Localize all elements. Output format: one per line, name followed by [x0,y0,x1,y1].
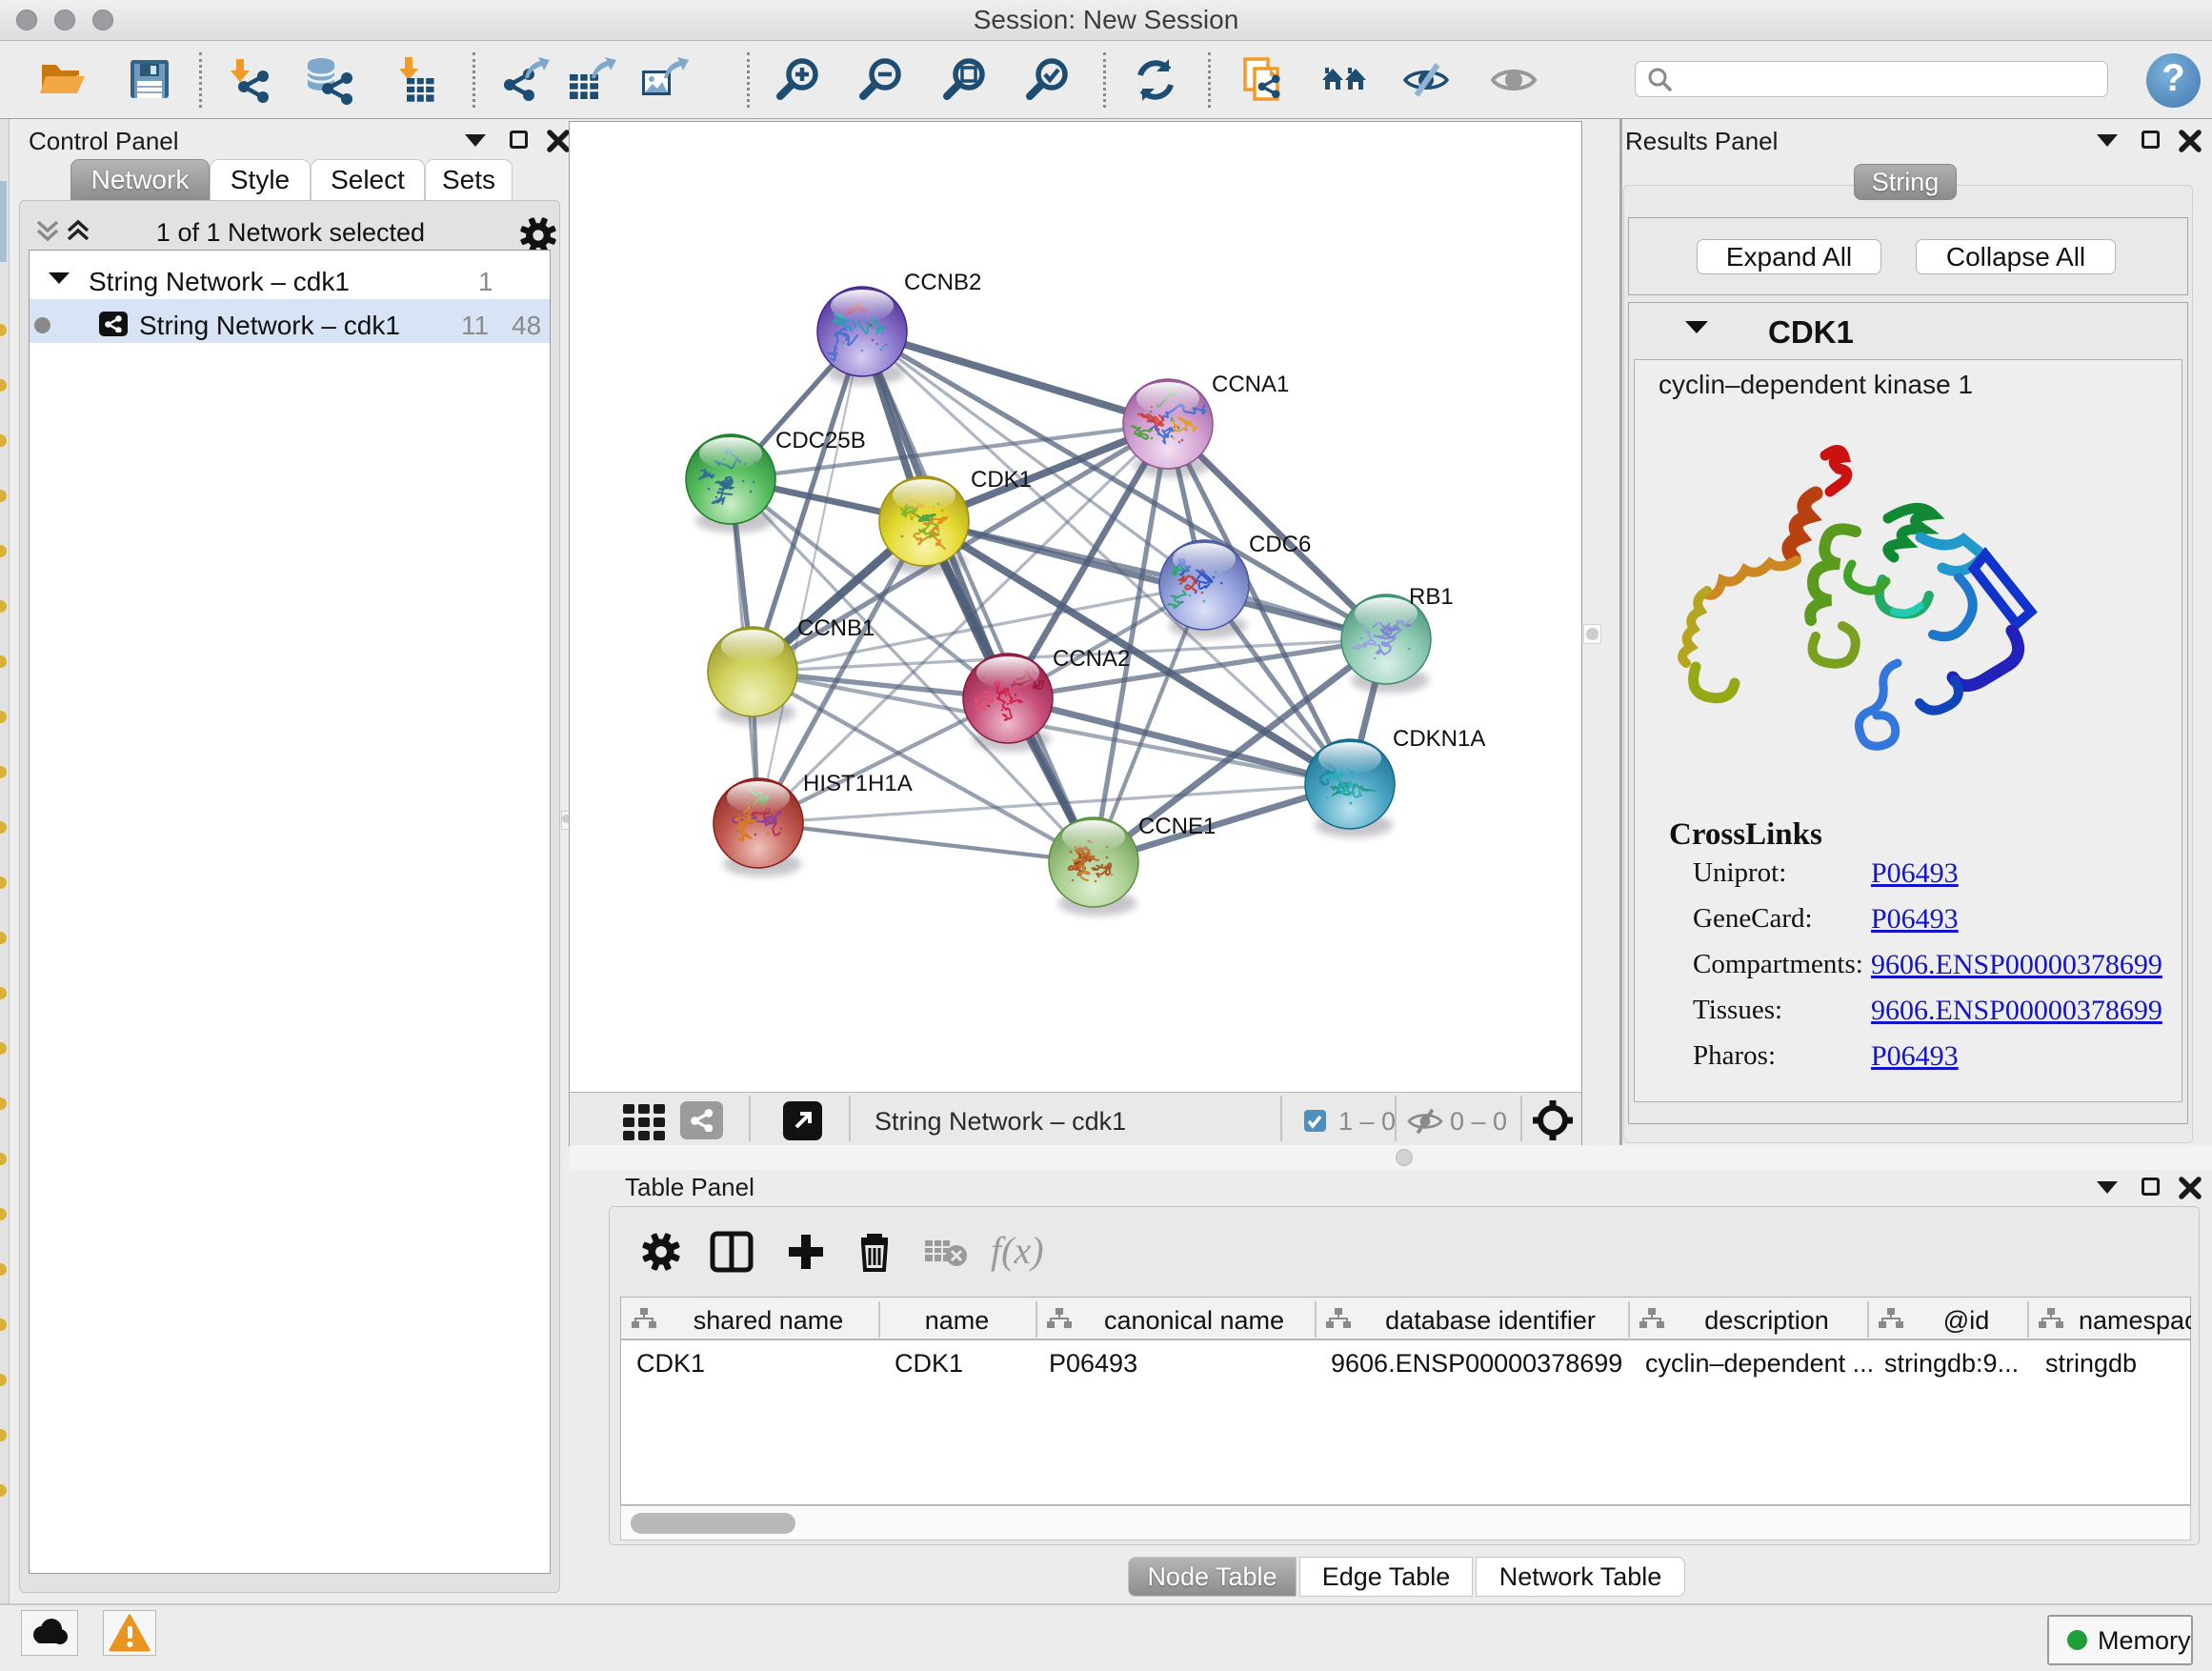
svg-text:CDKN1A: CDKN1A [1393,726,1485,752]
svg-text:HIST1H1A: HIST1H1A [803,771,913,796]
svg-text:CDC6: CDC6 [1249,532,1311,557]
svg-text:CDK1: CDK1 [971,467,1032,493]
svg-text:RB1: RB1 [1409,584,1454,610]
svg-text:CCNB2: CCNB2 [904,270,981,295]
svg-text:CCNA1: CCNA1 [1212,372,1289,397]
svg-text:CDC25B: CDC25B [775,428,866,453]
svg-text:CCNA2: CCNA2 [1053,646,1130,672]
svg-text:CCNE1: CCNE1 [1138,814,1216,839]
svg-text:CCNB1: CCNB1 [797,615,875,641]
